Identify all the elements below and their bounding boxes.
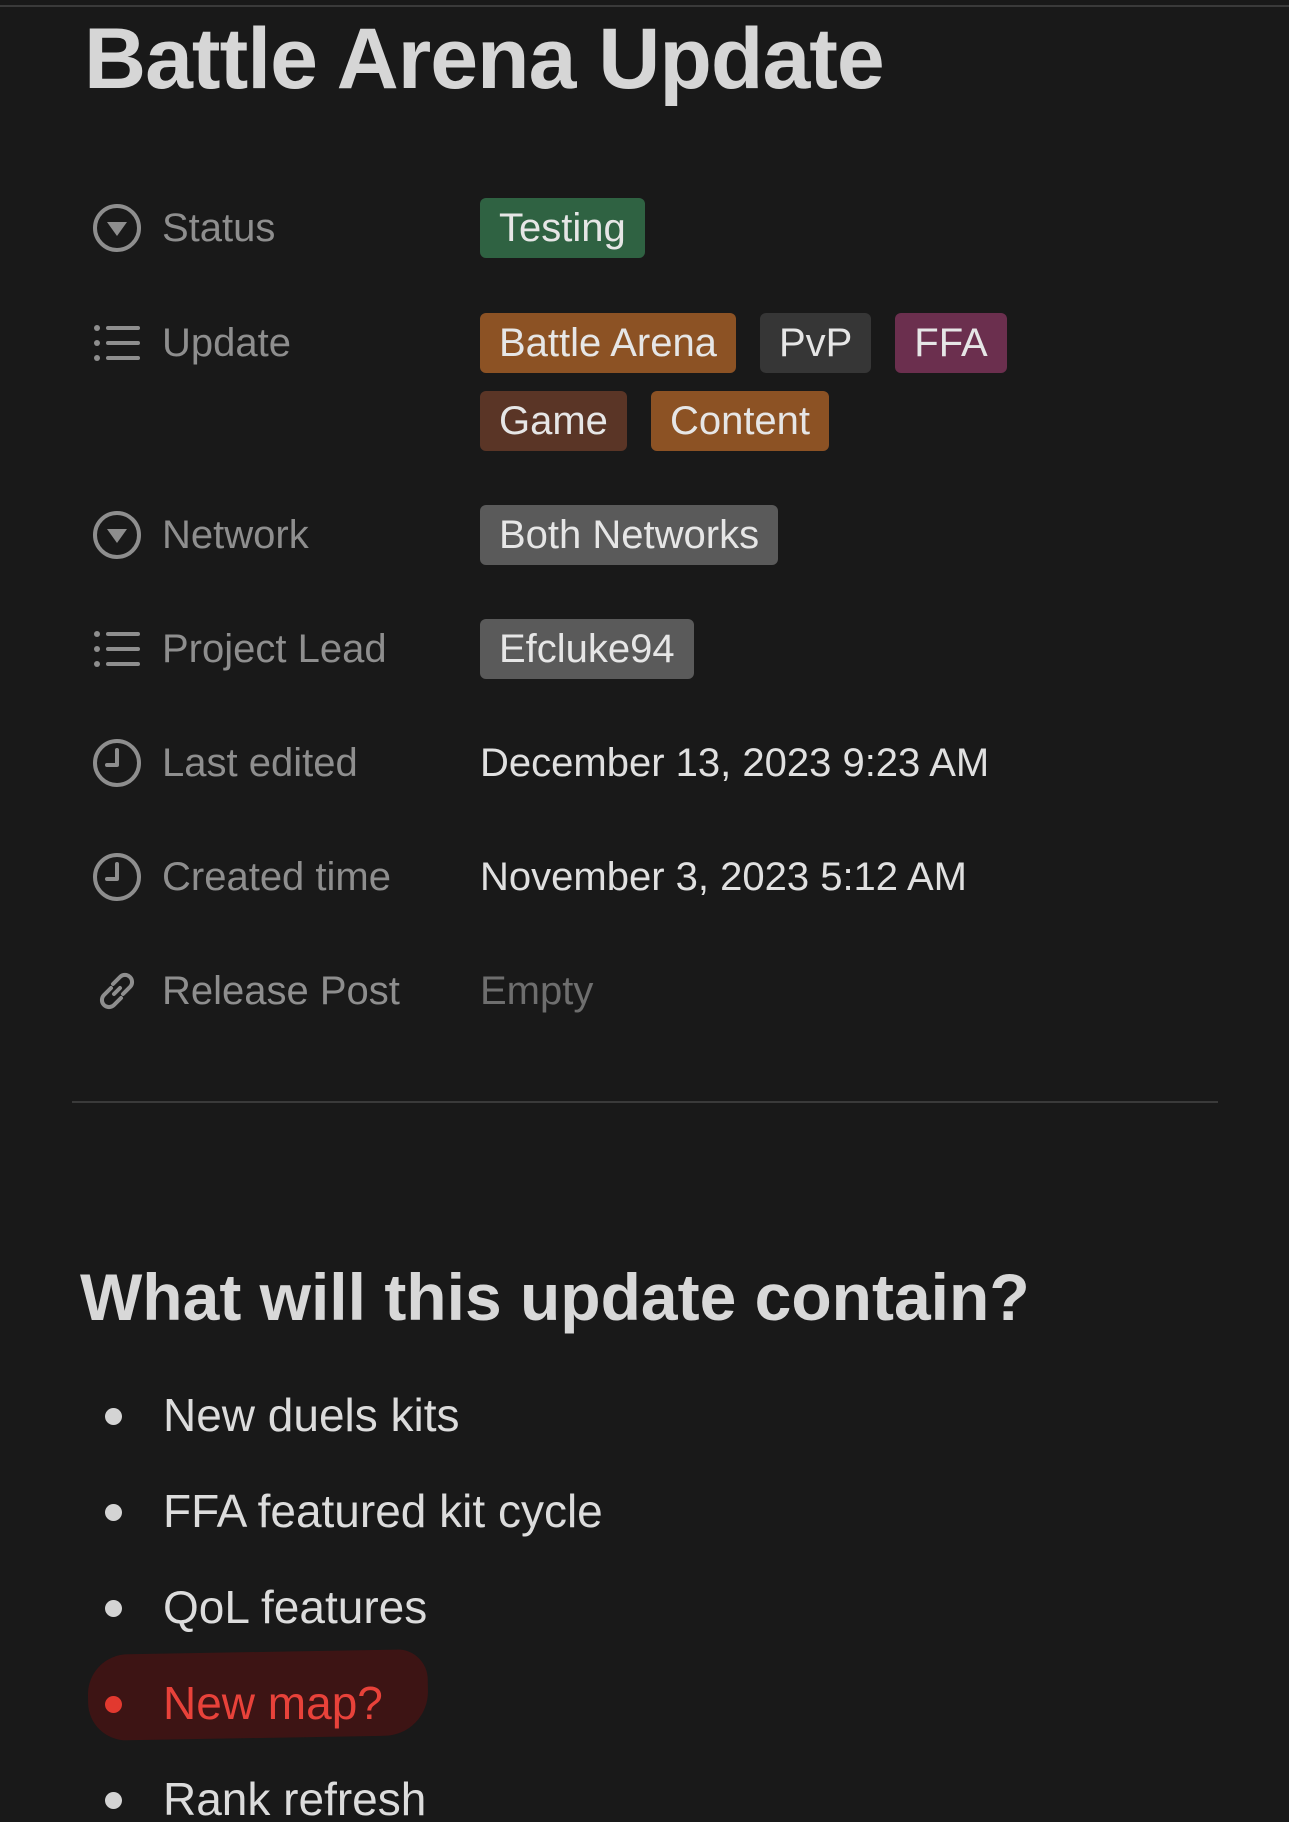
tag-game[interactable]: Game [480,391,627,451]
tag-both-networks[interactable]: Both Networks [480,505,779,565]
property-value[interactable]: Efcluke94 [480,619,1100,679]
property-label[interactable]: Release Post [92,961,400,1021]
list-item[interactable]: QoL features [0,1577,1289,1637]
bullet-text: Rank refresh [163,1773,427,1822]
bullet-dot [105,1696,122,1713]
link-icon [92,966,142,1016]
property-label[interactable]: Last edited [92,733,358,793]
property-label-text: Update [162,320,291,365]
chevron-circle-down-icon [92,203,142,253]
bullet-dot [105,1600,122,1617]
release-post-empty-value[interactable]: Empty [480,961,593,1021]
property-label-text: Release Post [162,968,400,1013]
clock-icon [92,852,142,902]
tag-content[interactable]: Content [650,391,830,451]
property-value[interactable]: Empty [480,961,1100,1021]
list-item-highlighted[interactable]: New map? [0,1673,1289,1733]
bullet-dot [105,1408,122,1425]
tag-pvp[interactable]: PvP [759,313,872,373]
properties-divider [72,1101,1218,1103]
property-label-text: Network [162,512,309,557]
tag-project-lead[interactable]: Efcluke94 [480,619,694,679]
list-icon [92,624,142,674]
bullet-dot [105,1504,122,1521]
property-label-text: Created time [162,854,391,899]
tag-ffa[interactable]: FFA [895,313,1007,373]
last-edited-value: December 13, 2023 9:23 AM [480,741,990,785]
bullet-text: FFA featured kit cycle [163,1485,603,1537]
property-label[interactable]: Created time [92,847,391,907]
bullet-text: New map? [163,1677,383,1729]
property-label-text: Project Lead [162,626,387,671]
list-icon [92,318,142,368]
property-label[interactable]: Update [92,313,291,373]
list-item[interactable]: Rank refresh [0,1769,1289,1822]
property-value[interactable]: Testing [480,198,1100,258]
bullet-dot [105,1792,122,1809]
bullet-text: QoL features [163,1581,428,1633]
property-value[interactable]: December 13, 2023 9:23 AM [480,733,1100,793]
property-label[interactable]: Project Lead [92,619,387,679]
property-value[interactable]: Battle Arena PvP FFA Game Content [480,313,1080,451]
page-title[interactable]: Battle Arena Update [84,4,885,114]
bullet-text: New duels kits [163,1389,460,1441]
status-tag[interactable]: Testing [480,198,645,258]
chevron-circle-down-icon [92,510,142,560]
property-label[interactable]: Network [92,505,309,565]
property-label-text: Last edited [162,740,358,785]
clock-icon [92,738,142,788]
list-item[interactable]: FFA featured kit cycle [0,1481,1289,1541]
section-heading[interactable]: What will this update contain? [80,1255,1030,1339]
property-label-text: Status [162,205,276,250]
notion-page: Battle Arena Update Status Testing Updat… [0,0,1289,1822]
property-label[interactable]: Status [92,198,275,258]
tag-battle-arena[interactable]: Battle Arena [480,313,736,373]
property-value[interactable]: November 3, 2023 5:12 AM [480,847,1100,907]
created-time-value: November 3, 2023 5:12 AM [480,855,967,899]
property-value[interactable]: Both Networks [480,505,1100,565]
list-item[interactable]: New duels kits [0,1385,1289,1445]
